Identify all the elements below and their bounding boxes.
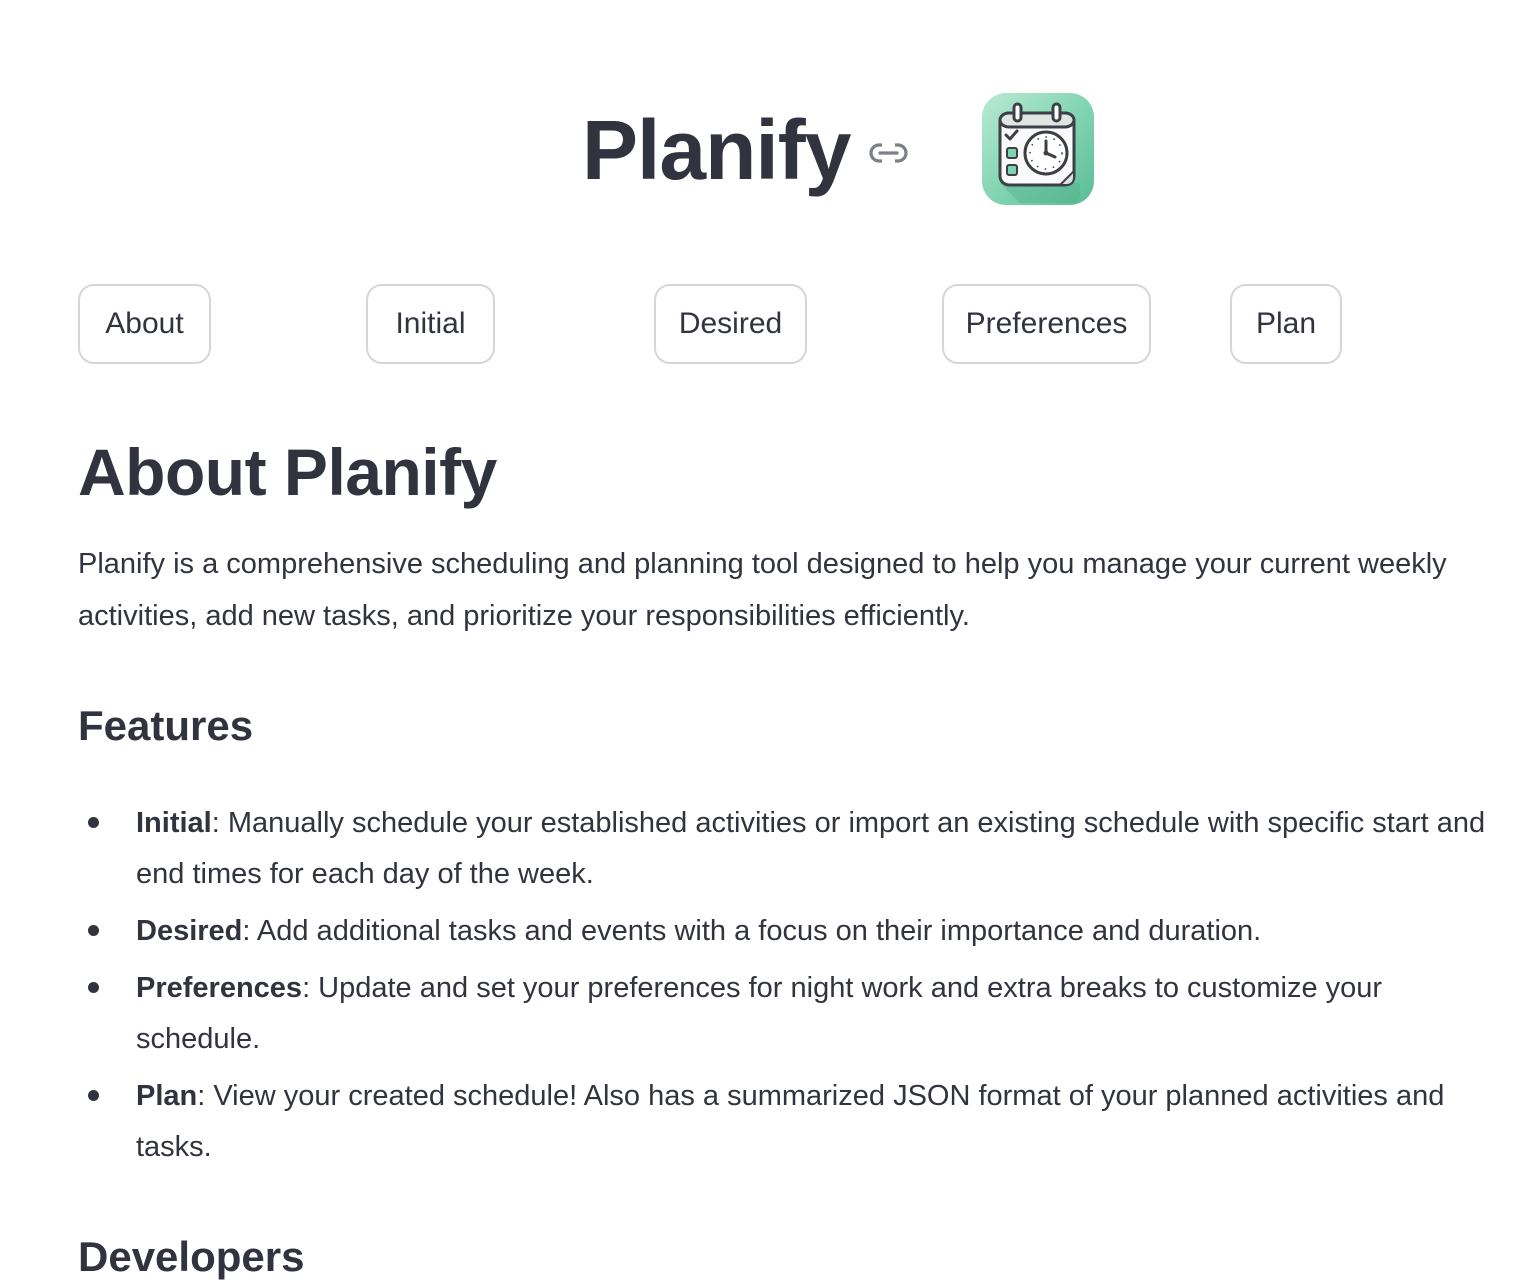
list-item: Preferences: Update and set your prefere…	[78, 963, 1498, 1065]
page-title: About Planify	[78, 435, 497, 509]
developers-heading: Developers	[78, 1233, 305, 1280]
list-item: Initial: Manually schedule your establis…	[78, 798, 1498, 900]
features-heading: Features	[78, 702, 254, 749]
feature-description: : Manually schedule your established act…	[136, 807, 1486, 890]
calendar-clock-checklist-icon	[980, 91, 1096, 207]
app-page: Planify About Initial Desired Preference…	[0, 0, 1540, 1284]
intro-paragraph: Planify is a comprehensive scheduling an…	[78, 548, 1447, 632]
app-header: Planify	[0, 88, 1540, 218]
list-item: Desired: Add additional tasks and events…	[78, 906, 1498, 957]
link-icon[interactable]	[868, 138, 910, 168]
about-section: About Planify Planify is a comprehensive…	[78, 430, 1498, 1283]
feature-name: Preferences	[136, 972, 303, 1004]
feature-name: Plan	[136, 1080, 198, 1112]
list-item: Plan: View your created schedule! Also h…	[78, 1071, 1498, 1173]
bullet-icon	[88, 1090, 99, 1101]
nav-button-about[interactable]: About	[78, 284, 211, 364]
feature-name: Desired	[136, 915, 243, 947]
app-title: Planify	[582, 103, 851, 197]
nav-button-preferences[interactable]: Preferences	[942, 284, 1151, 364]
nav-button-plan[interactable]: Plan	[1230, 284, 1342, 364]
nav-button-desired[interactable]: Desired	[654, 284, 807, 364]
feature-description: : Add additional tasks and events with a…	[242, 915, 1262, 947]
bullet-icon	[88, 817, 99, 828]
bullet-icon	[88, 982, 99, 993]
feature-description: : View your created schedule! Also has a…	[136, 1080, 1445, 1163]
nav-button-initial[interactable]: Initial	[366, 284, 495, 364]
feature-description: : Update and set your preferences for ni…	[136, 972, 1383, 1055]
bullet-icon	[88, 925, 99, 936]
feature-name: Initial	[136, 807, 212, 839]
feature-list: Initial: Manually schedule your establis…	[78, 798, 1498, 1173]
